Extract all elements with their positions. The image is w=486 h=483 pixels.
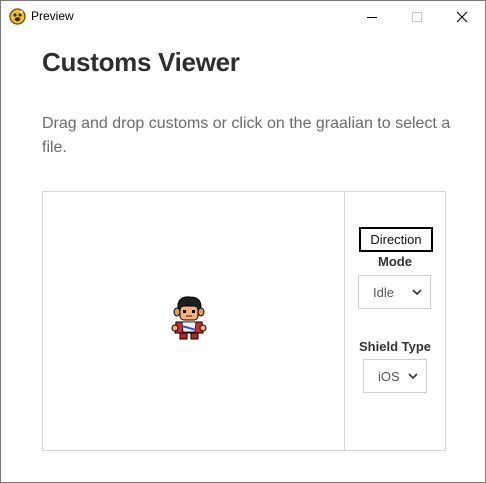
shield-type-select[interactable]: iOS	[363, 359, 427, 393]
close-icon	[456, 11, 468, 22]
title-bar[interactable]: Preview	[1, 1, 485, 32]
mode-select-value: Idle	[373, 285, 394, 300]
shield-type-label: Shield Type	[359, 339, 431, 354]
minimize-button[interactable]	[349, 1, 395, 32]
page-title: Customs Viewer	[42, 47, 240, 77]
maximize-button[interactable]	[394, 1, 440, 32]
shield-type-select-value: iOS	[378, 369, 400, 384]
drop-zone[interactable]	[43, 192, 345, 450]
mode-label: Mode	[378, 254, 412, 269]
page-description: Drag and drop customs or click on the gr…	[42, 115, 451, 156]
chevron-down-icon	[412, 289, 422, 296]
chevron-down-icon	[408, 373, 418, 380]
window-title: Preview	[31, 9, 74, 23]
paw-icon	[9, 8, 26, 25]
graalian-character-sprite[interactable]	[171, 295, 207, 341]
minimize-icon	[367, 16, 377, 18]
preview-window: Preview Customs Viewer Drag and drop cus…	[0, 0, 486, 483]
maximize-icon	[412, 11, 422, 22]
direction-button[interactable]: Direction	[359, 227, 433, 252]
close-button[interactable]	[439, 1, 485, 32]
mode-select[interactable]: Idle	[358, 275, 431, 309]
customs-viewer-panel: Direction Mode Idle Shield Type iOS	[42, 191, 446, 451]
viewer-controls: Direction Mode Idle Shield Type iOS	[345, 192, 445, 450]
